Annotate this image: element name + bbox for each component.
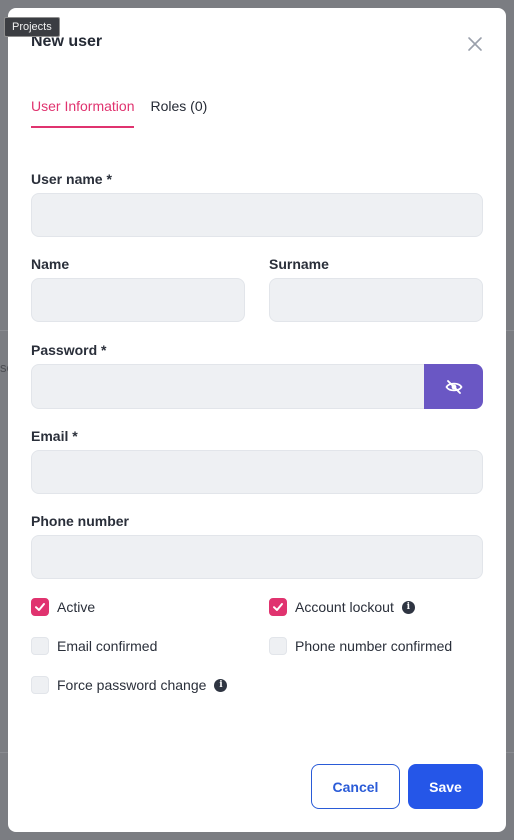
active-label: Active bbox=[57, 599, 96, 615]
account-lockout-checkbox[interactable] bbox=[269, 598, 287, 616]
save-button[interactable]: Save bbox=[408, 764, 483, 809]
tab-bar: User Information Roles (0) bbox=[31, 98, 207, 128]
force-password-change-label: Force password change bbox=[57, 677, 207, 693]
name-field[interactable] bbox=[31, 278, 245, 322]
projects-tooltip: Projects bbox=[4, 17, 60, 37]
new-user-modal: New user User Information Roles (0) User… bbox=[8, 8, 506, 832]
phone-confirmed-checkbox[interactable] bbox=[269, 637, 287, 655]
tab-roles[interactable]: Roles (0) bbox=[150, 98, 207, 128]
active-checkbox-row[interactable]: Active bbox=[31, 598, 95, 616]
phone-confirmed-label: Phone number confirmed bbox=[295, 638, 453, 654]
email-field[interactable] bbox=[31, 450, 483, 494]
account-lockout-label: Account lockout bbox=[295, 599, 394, 615]
email-confirmed-checkbox[interactable] bbox=[31, 637, 49, 655]
email-label: Email * bbox=[31, 428, 78, 444]
surname-label: Surname bbox=[269, 256, 329, 272]
eye-slash-icon bbox=[444, 379, 463, 394]
surname-field[interactable] bbox=[269, 278, 483, 322]
force-password-change-checkbox-row[interactable]: Force password change i bbox=[31, 676, 228, 694]
name-label: Name bbox=[31, 256, 70, 272]
check-icon bbox=[273, 603, 283, 611]
active-checkbox[interactable] bbox=[31, 598, 49, 616]
toggle-password-visibility-button[interactable] bbox=[424, 364, 483, 409]
close-icon bbox=[468, 37, 482, 51]
close-button[interactable] bbox=[464, 33, 486, 55]
email-confirmed-label: Email confirmed bbox=[57, 638, 158, 654]
info-icon[interactable]: i bbox=[401, 600, 415, 614]
tab-user-information[interactable]: User Information bbox=[31, 98, 135, 128]
check-icon bbox=[35, 603, 45, 611]
username-label: User name * bbox=[31, 171, 112, 187]
username-field[interactable] bbox=[31, 193, 483, 237]
phone-field[interactable] bbox=[31, 535, 483, 579]
password-field[interactable] bbox=[31, 364, 425, 409]
password-label: Password * bbox=[31, 342, 107, 358]
account-lockout-checkbox-row[interactable]: Account lockout i bbox=[269, 598, 415, 616]
email-confirmed-checkbox-row[interactable]: Email confirmed bbox=[31, 637, 157, 655]
phone-confirmed-checkbox-row[interactable]: Phone number confirmed bbox=[269, 637, 452, 655]
force-password-change-checkbox[interactable] bbox=[31, 676, 49, 694]
info-icon[interactable]: i bbox=[214, 678, 228, 692]
cancel-button[interactable]: Cancel bbox=[311, 764, 400, 809]
phone-label: Phone number bbox=[31, 513, 130, 529]
